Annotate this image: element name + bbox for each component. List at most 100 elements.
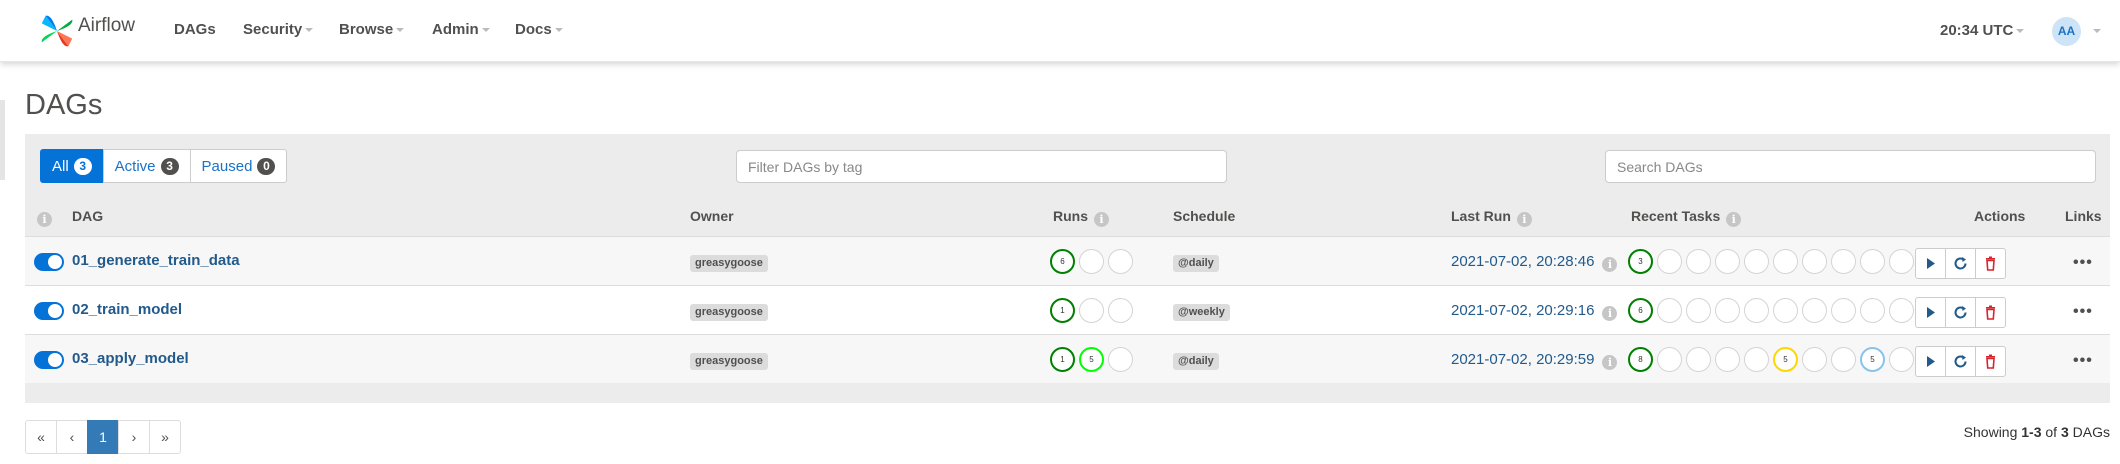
- delete-dag-button[interactable]: [1975, 248, 2006, 279]
- summary-of: of: [2045, 424, 2058, 440]
- last-run-date[interactable]: 2021-07-02, 20:29:16: [1451, 302, 1594, 319]
- trash-icon: [1986, 305, 1995, 320]
- refresh-icon: [1954, 257, 1967, 270]
- more-links-icon[interactable]: •••: [2073, 254, 2093, 272]
- filter-active-count: 3: [160, 157, 179, 175]
- task-state-circle: [1860, 298, 1885, 323]
- filter-all-button[interactable]: All 3: [40, 149, 104, 183]
- more-links-icon[interactable]: •••: [2073, 303, 2093, 321]
- task-state-circle: [1831, 249, 1856, 274]
- last-run-link[interactable]: 2021-07-02, 20:28:46 i: [1451, 253, 1618, 272]
- task-state-circle: [1773, 298, 1798, 323]
- trigger-dag-button[interactable]: [1915, 248, 1946, 279]
- dag-id-link[interactable]: 03_apply_model: [72, 350, 189, 367]
- col-recent-tasks: Recent Tasks i: [1631, 208, 1742, 227]
- refresh-icon: [1954, 355, 1967, 368]
- schedule-tag[interactable]: @daily: [1173, 255, 1219, 272]
- chevron-down-icon: [554, 28, 563, 33]
- task-state-circle: [1889, 249, 1914, 274]
- dags-panel: All 3 Active 3 Paused 0 i DAG Owner Runs…: [25, 134, 2110, 403]
- task-state-circle: [1802, 249, 1827, 274]
- filter-active-button[interactable]: Active 3: [102, 149, 191, 183]
- refresh-dag-button[interactable]: [1945, 297, 1976, 328]
- nav-browse[interactable]: Browse: [339, 21, 405, 38]
- filter-all-count: 3: [73, 157, 92, 175]
- task-state-circle: [1686, 249, 1711, 274]
- col-owner[interactable]: Owner: [690, 208, 734, 224]
- page-last-button[interactable]: »: [149, 420, 181, 454]
- delete-dag-button[interactable]: [1975, 346, 2006, 377]
- clock-timezone[interactable]: 20:34 UTC: [1940, 22, 2025, 39]
- col-dag[interactable]: DAG: [72, 208, 103, 224]
- table-row: 01_generate_train_data greasygoose 6 @daily…: [25, 236, 2110, 285]
- schedule-tag[interactable]: @weekly: [1173, 304, 1230, 321]
- last-run-link[interactable]: 2021-07-02, 20:29:59 i: [1451, 351, 1618, 370]
- search-dags-input[interactable]: [1605, 150, 2096, 183]
- brand-logo[interactable]: Airflow: [38, 9, 135, 53]
- info-icon[interactable]: i: [1094, 212, 1109, 227]
- col-runs-label: Runs: [1053, 208, 1088, 224]
- filter-paused-button[interactable]: Paused 0: [189, 149, 288, 183]
- pause-toggle[interactable]: [34, 351, 64, 369]
- last-run-date[interactable]: 2021-07-02, 20:29:59: [1451, 351, 1594, 368]
- filter-all-label: All: [52, 157, 69, 175]
- task-state-circle: [1860, 249, 1885, 274]
- info-icon[interactable]: i: [1602, 257, 1618, 272]
- info-icon[interactable]: i: [1602, 306, 1618, 321]
- col-schedule[interactable]: Schedule: [1173, 208, 1235, 224]
- trigger-dag-button[interactable]: [1915, 346, 1946, 377]
- tag-filter-input[interactable]: [736, 150, 1227, 183]
- dag-info-icon[interactable]: i: [37, 208, 52, 227]
- task-state-circle: [1773, 249, 1798, 274]
- page-next-button[interactable]: ›: [118, 420, 150, 454]
- refresh-dag-button[interactable]: [1945, 346, 1976, 377]
- col-actions: Actions: [1974, 208, 2026, 224]
- nav-security[interactable]: Security: [243, 21, 314, 38]
- task-state-circle: [1831, 347, 1856, 372]
- task-state-circle: [1715, 298, 1740, 323]
- table-row: 02_train_model greasygoose 1 @weekly 2021-07…: [25, 285, 2110, 334]
- run-state-circle[interactable]: 1: [1050, 298, 1075, 323]
- nav-dags[interactable]: DAGs: [174, 21, 216, 38]
- info-icon[interactable]: i: [1726, 212, 1742, 227]
- run-state-circle[interactable]: 5: [1079, 347, 1104, 372]
- task-state-circle: [1686, 347, 1711, 372]
- dag-id-link[interactable]: 02_train_model: [72, 301, 182, 318]
- last-run-link[interactable]: 2021-07-02, 20:29:16 i: [1451, 302, 1618, 321]
- airflow-pinwheel-icon: [41, 15, 73, 47]
- owner-tag[interactable]: greasygoose: [690, 304, 768, 321]
- info-icon[interactable]: i: [1602, 355, 1618, 370]
- nav-dags-label: DAGs: [174, 21, 216, 38]
- last-run-date[interactable]: 2021-07-02, 20:28:46: [1451, 253, 1594, 270]
- dag-id-link[interactable]: 01_generate_train_data: [72, 252, 240, 269]
- task-state-circle[interactable]: 3: [1628, 249, 1653, 274]
- refresh-icon: [1954, 306, 1967, 319]
- nav-admin[interactable]: Admin: [432, 21, 490, 38]
- more-links-icon[interactable]: •••: [2073, 352, 2093, 370]
- page-first-button[interactable]: «: [25, 420, 57, 454]
- pause-toggle[interactable]: [34, 253, 64, 271]
- task-state-circle[interactable]: 6: [1628, 298, 1653, 323]
- delete-dag-button[interactable]: [1975, 297, 2006, 328]
- owner-tag[interactable]: greasygoose: [690, 255, 768, 272]
- owner-tag[interactable]: greasygoose: [690, 353, 768, 370]
- task-state-circle[interactable]: 5: [1773, 347, 1798, 372]
- refresh-dag-button[interactable]: [1945, 248, 1976, 279]
- pause-toggle[interactable]: [34, 302, 64, 320]
- page-current-button[interactable]: 1: [87, 420, 119, 454]
- col-recent-tasks-label: Recent Tasks: [1631, 208, 1721, 224]
- nav-docs[interactable]: Docs: [515, 21, 563, 38]
- run-state-circle[interactable]: 6: [1050, 249, 1075, 274]
- user-avatar[interactable]: AA: [2052, 17, 2081, 46]
- task-state-circle[interactable]: 8: [1628, 347, 1653, 372]
- summary-suffix: DAGs: [2072, 424, 2110, 440]
- trigger-dag-button[interactable]: [1915, 297, 1946, 328]
- page-prev-button[interactable]: ‹: [56, 420, 88, 454]
- task-state-circle: [1802, 298, 1827, 323]
- run-state-circle[interactable]: 1: [1050, 347, 1075, 372]
- schedule-tag[interactable]: @daily: [1173, 353, 1219, 370]
- info-icon[interactable]: i: [1516, 212, 1532, 227]
- task-state-circle[interactable]: 5: [1860, 347, 1885, 372]
- chevron-down-icon[interactable]: [2093, 29, 2101, 33]
- left-edge-handle: [0, 100, 5, 180]
